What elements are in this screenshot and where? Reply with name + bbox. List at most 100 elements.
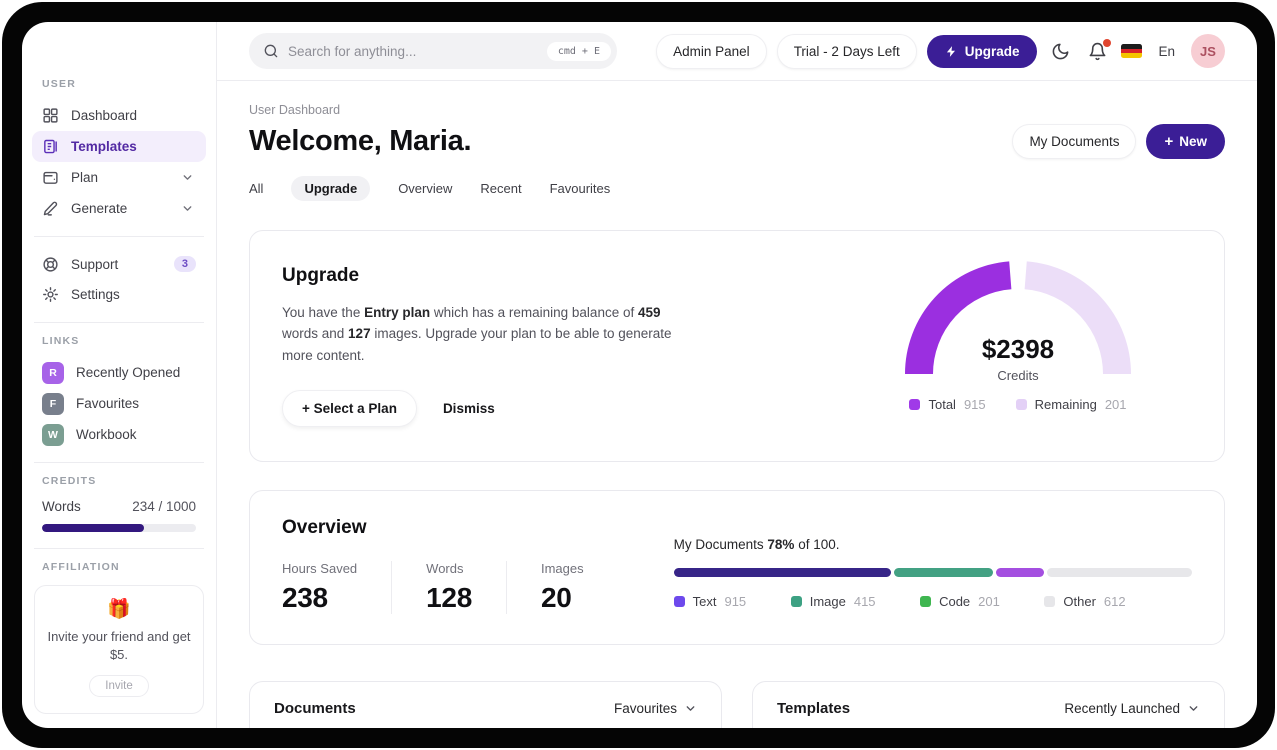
sidebar-item-generate[interactable]: Generate bbox=[32, 193, 206, 224]
tab-all[interactable]: All bbox=[249, 176, 263, 201]
credits-usage: Words 234 / 1000 bbox=[32, 499, 206, 514]
language-flag-germany[interactable] bbox=[1121, 44, 1143, 58]
bar-segment-code bbox=[995, 567, 1044, 577]
sidebar-link-workbook[interactable]: W Workbook bbox=[32, 419, 206, 450]
upgrade-button-label: Upgrade bbox=[964, 43, 1020, 59]
overview-stats: Hours Saved 238 Words 128 Images 20 bbox=[282, 560, 618, 614]
app-window: USER Dashboard Templates Plan Generate S… bbox=[22, 22, 1257, 728]
dismiss-button[interactable]: Dismiss bbox=[443, 401, 495, 416]
sidebar-item-settings[interactable]: Settings bbox=[32, 279, 206, 310]
gauge-legend: Total 915 Remaining 201 bbox=[909, 397, 1127, 412]
invite-button[interactable]: Invite bbox=[89, 675, 149, 698]
credits-value: 234 / 1000 bbox=[132, 499, 196, 515]
credits-label: Words bbox=[42, 499, 81, 515]
affiliation-text: Invite your friend and get $5. bbox=[47, 628, 191, 662]
search-placeholder: Search for anything... bbox=[288, 43, 417, 59]
documents-card-title: Documents bbox=[274, 699, 356, 717]
upgrade-card: Upgrade You have the Entry plan which ha… bbox=[249, 230, 1225, 462]
chevron-down-icon bbox=[183, 174, 192, 180]
tab-overview[interactable]: Overview bbox=[398, 176, 452, 201]
chevron-down-icon bbox=[183, 205, 192, 211]
grid-icon bbox=[43, 108, 58, 123]
search-input[interactable]: Search for anything... cmd + E bbox=[249, 33, 617, 69]
filter-tabs: All Upgrade Overview Recent Favourites bbox=[249, 176, 1225, 201]
sidebar-item-templates[interactable]: Templates bbox=[32, 130, 206, 162]
documents-stacked-bar bbox=[673, 567, 1192, 577]
templates-filter-dropdown[interactable]: Recently Launched bbox=[1064, 701, 1200, 716]
documents-progress-label: My Documents 78% of 100. bbox=[673, 536, 840, 552]
legend-swatch bbox=[909, 399, 921, 410]
screen: USER Dashboard Templates Plan Generate S… bbox=[0, 0, 1277, 750]
bottom-cards: Documents Favourites Untitled Document i… bbox=[249, 680, 1225, 728]
topbar: Search for anything... cmd + E Admin Pan… bbox=[217, 22, 1257, 81]
lifebuoy-icon bbox=[43, 256, 58, 272]
credits-section-label: CREDITS bbox=[42, 475, 97, 488]
sidebar-item-label: Settings bbox=[71, 287, 120, 303]
sidebar-item-support[interactable]: Support 3 bbox=[32, 249, 206, 280]
sidebar-item-label: Plan bbox=[71, 169, 99, 185]
legend-item-total: Total 915 bbox=[909, 397, 986, 412]
admin-panel-button[interactable]: Admin Panel bbox=[656, 33, 767, 69]
bar-segment-other bbox=[1046, 567, 1192, 577]
stat-images: Images 20 bbox=[505, 560, 618, 614]
templates-card-title: Templates bbox=[777, 699, 851, 717]
tab-upgrade[interactable]: Upgrade bbox=[291, 176, 371, 201]
search-icon bbox=[264, 44, 278, 58]
dark-mode-toggle[interactable] bbox=[1047, 38, 1074, 65]
sidebar-item-label: Dashboard bbox=[71, 107, 138, 123]
sidebar-item-label: Generate bbox=[71, 200, 128, 216]
keyboard-shortcut-badge: cmd + E bbox=[546, 41, 611, 61]
legend-item-remaining: Remaining 201 bbox=[1015, 397, 1127, 412]
documents-filter-dropdown[interactable]: Favourites bbox=[614, 701, 697, 716]
moon-icon bbox=[1053, 43, 1069, 59]
upgrade-card-title: Upgrade bbox=[282, 265, 360, 286]
my-documents-button[interactable]: My Documents bbox=[1012, 124, 1137, 159]
credits-progress-bar bbox=[42, 524, 196, 532]
chevron-down-icon bbox=[1189, 706, 1198, 711]
stacked-bar-legend: Text 915 Image 415 Code 201 Other 612 bbox=[673, 594, 1126, 609]
legend-swatch bbox=[920, 595, 932, 607]
flag-stripe bbox=[1121, 53, 1143, 58]
sidebar-item-label: Support bbox=[71, 256, 119, 272]
templates-icon bbox=[44, 139, 57, 154]
templates-list-card: Templates Recently Launched Blog Post Ti… bbox=[752, 680, 1225, 728]
sidebar-link-favourites[interactable]: F Favourites bbox=[32, 388, 206, 419]
legend-swatch bbox=[1044, 595, 1056, 607]
sidebar-item-plan[interactable]: Plan bbox=[32, 162, 206, 193]
sidebar-item-label: Workbook bbox=[76, 427, 137, 443]
plus-icon: + bbox=[1164, 133, 1174, 150]
new-button[interactable]: + New bbox=[1146, 124, 1225, 159]
support-count-badge: 3 bbox=[173, 256, 196, 272]
trial-status-button[interactable]: Trial - 2 Days Left bbox=[776, 33, 917, 69]
credits-caption: Credits bbox=[997, 368, 1039, 383]
stat-words: Words 128 bbox=[391, 560, 506, 614]
credits-amount: $2398 bbox=[981, 334, 1055, 364]
credits-progress-fill bbox=[42, 524, 144, 532]
notification-dot bbox=[1103, 38, 1112, 47]
divider bbox=[34, 462, 204, 464]
tab-recent[interactable]: Recent bbox=[480, 176, 521, 201]
overview-card: Overview Hours Saved 238 Words 128 Image… bbox=[249, 489, 1225, 645]
legend-item-text: Text 915 bbox=[673, 594, 746, 609]
user-avatar[interactable]: JS bbox=[1191, 34, 1225, 68]
sidebar-item-label: Recently Opened bbox=[76, 365, 181, 381]
upgrade-button[interactable]: Upgrade bbox=[926, 34, 1038, 68]
select-plan-button[interactable]: + Select a Plan bbox=[282, 389, 417, 427]
tab-favourites[interactable]: Favourites bbox=[550, 176, 611, 201]
pencil-icon bbox=[43, 201, 58, 216]
sidebar-link-recently-opened[interactable]: R Recently Opened bbox=[32, 357, 206, 388]
notifications-button[interactable] bbox=[1084, 38, 1112, 65]
divider bbox=[34, 547, 204, 549]
lightning-icon bbox=[946, 45, 955, 57]
legend-swatch bbox=[790, 595, 802, 607]
link-initial-badge: F bbox=[42, 392, 64, 415]
upgrade-card-body: You have the Entry plan which has a rema… bbox=[282, 305, 672, 363]
legend-swatch bbox=[673, 595, 685, 607]
page-title: Welcome, Maria. bbox=[249, 125, 472, 157]
documents-list-card: Documents Favourites Untitled Document i… bbox=[249, 680, 722, 728]
language-label: En bbox=[1158, 43, 1175, 59]
sidebar-item-dashboard[interactable]: Dashboard bbox=[32, 100, 206, 131]
chevron-down-icon bbox=[686, 706, 695, 711]
wallet-icon bbox=[43, 171, 58, 184]
page-content: User Dashboard Welcome, Maria. My Docume… bbox=[217, 81, 1257, 728]
